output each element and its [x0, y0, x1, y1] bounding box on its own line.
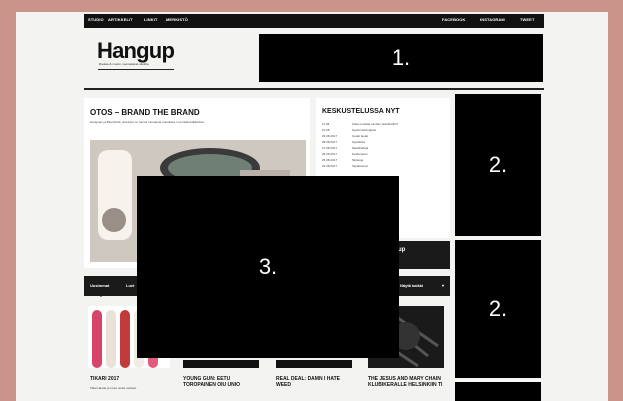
discussion-row[interactable]: 29.08.2017 Uudet lautat: [322, 134, 442, 138]
discussion-date: 27.08.2017: [322, 146, 338, 150]
discussion-date: 11.08: [322, 122, 330, 126]
feature-blurb: Hangupin ja Beershirtin yhteistyö on tuo…: [90, 120, 205, 124]
discussion-row[interactable]: 28.08.2017 Spottilista: [322, 140, 442, 144]
header-divider: [84, 88, 544, 90]
discussion-text[interactable]: Muistoja: [352, 158, 363, 162]
discussion-text[interactable]: Skeittileffoja: [352, 146, 368, 150]
banner-ad-label: 1.: [391, 45, 411, 70]
article-title[interactable]: THE JESUS AND MARY CHAIN KLUBIKERALLE HE…: [368, 376, 448, 388]
sidebar-ad-bottom[interactable]: [455, 382, 541, 401]
nav-item-artikkelit[interactable]: ARTIKKELIT: [108, 17, 133, 22]
article-thumb[interactable]: [276, 360, 352, 368]
discussion-row[interactable]: 25.08.2017 Muistoja: [322, 158, 442, 162]
top-nav-bar: STUDIO ARTIKKELIT LINKIT MERKISTÖ FACEBO…: [84, 14, 544, 28]
banner-ad[interactable]: 1.: [259, 34, 543, 82]
tab-active-pointer: [98, 294, 104, 297]
article-title[interactable]: TIKARI 2017: [90, 376, 170, 382]
nav-item-facebook[interactable]: FACEBOOK: [442, 17, 465, 22]
sidebar-ad-middle[interactable]: 2.: [455, 240, 541, 378]
article-title[interactable]: REAL DEAL: DAMN I HATE WEED: [276, 376, 356, 388]
discussion-title: KESKUSTELUSSA NYT: [322, 108, 400, 115]
chevron-down-icon[interactable]: ▾: [442, 283, 444, 288]
sidebar-ad-middle-label: 2.: [488, 296, 508, 321]
tab-uusimmat[interactable]: Uusimmat: [90, 283, 109, 288]
nav-item-studio[interactable]: STUDIO: [88, 17, 104, 22]
discussion-text[interactable]: Kuka muistaa vanhan skeittihallin?: [352, 122, 398, 126]
discussion-date: 29.08.2017: [322, 134, 338, 138]
discussion-date: 26.08.2017: [322, 152, 338, 156]
discussion-text[interactable]: Uudet lautat: [352, 134, 368, 138]
discussion-text[interactable]: Spotti Helsingissä: [352, 128, 376, 132]
discussion-text[interactable]: Tapahtumat: [352, 164, 368, 168]
discussion-date: 28.08.2017: [322, 140, 338, 144]
sidebar-ad-top-label: 2.: [488, 152, 508, 177]
nav-item-instagram[interactable]: INSTAGRAM: [480, 17, 505, 22]
overlay-ad[interactable]: 3.: [137, 176, 399, 358]
site-logo[interactable]: Hangup: [97, 38, 175, 64]
discussion-row[interactable]: 24.08.2017 Tapahtumat: [322, 164, 442, 168]
sidebar-ad-divider: [455, 380, 541, 381]
promo-box-title: up: [398, 247, 406, 253]
discussion-text[interactable]: Keskustelut: [352, 152, 368, 156]
nav-item-tweet[interactable]: TWEET: [520, 17, 535, 22]
discussion-date: 24.08.2017: [322, 164, 338, 168]
discussion-row[interactable]: 10.08 Spotti Helsingissä: [322, 128, 442, 132]
sidebar-ad-top[interactable]: 2.: [455, 94, 541, 236]
discussion-row[interactable]: 27.08.2017 Skeittileffoja: [322, 146, 442, 150]
article-thumb[interactable]: [183, 360, 259, 368]
article-desc: Tiikeri-lautat ja muut uudet tuotteet.: [90, 386, 137, 390]
discussion-date: 25.08.2017: [322, 158, 338, 162]
discussion-row[interactable]: 26.08.2017 Keskustelut: [322, 152, 442, 156]
discussion-row[interactable]: 11.08 Kuka muistaa vanhan skeittihallin?: [322, 122, 442, 126]
tab-luet[interactable]: Luet: [126, 283, 134, 288]
article-title[interactable]: YOUNG GUN: EETU TOROPAINEN OIU UNIO: [183, 376, 263, 388]
logo-underline: [98, 69, 174, 70]
site-tagline: Rautaa & muoto: suomalaista skeittia.: [99, 62, 150, 66]
nav-item-linkit[interactable]: LINKIT: [144, 17, 158, 22]
nav-item-merkisto[interactable]: MERKISTÖ: [166, 17, 188, 22]
feature-title[interactable]: OTOS – BRAND THE BRAND: [90, 108, 200, 117]
show-all-link[interactable]: Näytä kaikki: [400, 283, 423, 288]
discussion-text[interactable]: Spottilista: [352, 140, 365, 144]
discussion-date: 10.08: [322, 128, 330, 132]
overlay-ad-label: 3.: [258, 254, 278, 279]
